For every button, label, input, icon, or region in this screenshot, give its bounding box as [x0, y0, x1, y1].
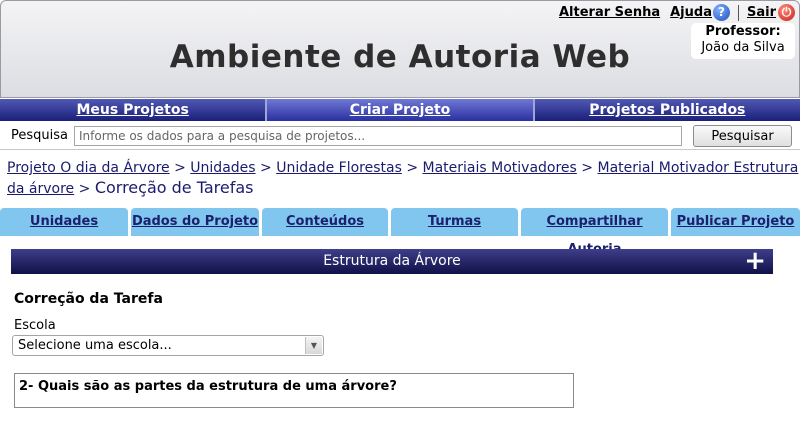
- professor-label: Professor:: [705, 24, 781, 39]
- panel-title: Estrutura da Árvore: [323, 253, 461, 269]
- question-text: 2- Quais são as partes da estrutura de u…: [19, 379, 397, 394]
- breadcrumb-separator: >: [406, 160, 423, 176]
- breadcrumb: Projeto O dia da Árvore > Unidades > Uni…: [7, 158, 799, 199]
- tab-compartilhar-autoria[interactable]: Compartilhar Autoria: [521, 208, 668, 257]
- tab-turmas[interactable]: Turmas: [391, 208, 518, 236]
- search-bar: Pesquisa Pesquisar: [0, 122, 800, 150]
- logout-link[interactable]: Sair: [747, 5, 776, 20]
- main-nav: Meus Projetos Criar Projeto Projetos Pub…: [0, 99, 800, 121]
- nav-meus-projetos[interactable]: Meus Projetos: [0, 99, 268, 121]
- breadcrumb-current: Correção de Tarefas: [94, 178, 254, 197]
- tab-conteudos[interactable]: Conteúdos: [262, 208, 388, 236]
- escola-select[interactable]: Selecione uma escola... ▼: [12, 335, 324, 356]
- breadcrumb-link-projeto[interactable]: Projeto O dia da Árvore: [7, 160, 170, 176]
- help-link[interactable]: Ajuda: [670, 5, 712, 20]
- breadcrumb-separator: >: [260, 160, 277, 176]
- plus-icon[interactable]: +: [744, 248, 766, 274]
- change-password-link[interactable]: Alterar Senha: [559, 5, 660, 20]
- breadcrumb-separator: >: [174, 160, 191, 176]
- breadcrumb-separator: >: [78, 181, 95, 197]
- project-tabs: Unidades Dados do Projeto Conteúdos Turm…: [0, 208, 800, 257]
- breadcrumb-link-materiais[interactable]: Materiais Motivadores: [423, 160, 577, 176]
- professor-name: João da Silva: [701, 40, 785, 55]
- nav-projetos-publicados[interactable]: Projetos Publicados: [535, 99, 800, 121]
- professor-badge: Professor: João da Silva: [691, 23, 795, 59]
- divider: [737, 4, 739, 21]
- nav-criar-projeto[interactable]: Criar Projeto: [267, 99, 535, 121]
- tab-unidades[interactable]: Unidades: [0, 208, 128, 236]
- power-icon[interactable]: ⏻: [778, 4, 795, 21]
- section-title: Correção da Tarefa: [14, 291, 163, 307]
- search-label: Pesquisa: [11, 128, 68, 143]
- escola-select-value: Selecione uma escola...: [18, 338, 172, 353]
- search-input[interactable]: [74, 126, 682, 146]
- breadcrumb-link-unidade[interactable]: Unidade Florestas: [276, 160, 402, 176]
- breadcrumb-separator: >: [581, 160, 598, 176]
- tab-publicar-projeto[interactable]: Publicar Projeto: [671, 208, 800, 236]
- breadcrumb-link-unidades[interactable]: Unidades: [190, 160, 255, 176]
- panel-header: Estrutura da Árvore +: [11, 248, 773, 274]
- question-box: 2- Quais são as partes da estrutura de u…: [14, 373, 574, 408]
- page-title: Ambiente de Autoria Web: [169, 39, 631, 75]
- search-button[interactable]: Pesquisar: [693, 125, 792, 147]
- escola-label: Escola: [14, 318, 56, 333]
- top-links: Alterar Senha Ajuda ? Sair ⏻: [559, 4, 795, 21]
- app-header: Alterar Senha Ajuda ? Sair ⏻ Ambiente de…: [0, 0, 800, 98]
- help-icon[interactable]: ?: [712, 4, 730, 21]
- tab-dados-projeto[interactable]: Dados do Projeto: [131, 208, 259, 236]
- chevron-down-icon[interactable]: ▼: [305, 337, 322, 354]
